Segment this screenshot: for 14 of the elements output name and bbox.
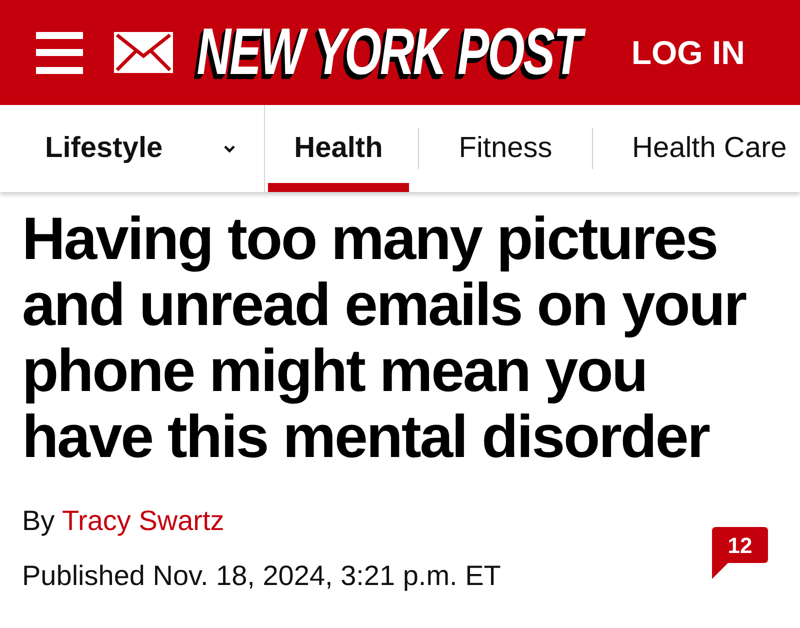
- section-tab[interactable]: Health: [268, 105, 409, 192]
- login-button[interactable]: LOG IN: [631, 34, 745, 72]
- mail-icon[interactable]: [114, 32, 173, 73]
- section-tab[interactable]: Fitness: [419, 105, 592, 192]
- author-link[interactable]: Tracy Swartz: [62, 505, 224, 536]
- logo[interactable]: NEW YORK POST: [191, 14, 590, 90]
- publish-date: Published Nov. 18, 2024, 3:21 p.m. ET: [22, 559, 502, 593]
- comment-count-badge[interactable]: 12: [712, 527, 768, 579]
- headline: Having too many pictures and unread emails on your phone might mean you have this mental disorder: [22, 206, 748, 470]
- byline: By Tracy Swartz: [22, 504, 226, 538]
- menu-icon[interactable]: [36, 32, 83, 74]
- section-dropdown[interactable]: Lifestyle: [0, 105, 265, 192]
- chevron-down-icon: [223, 144, 236, 152]
- section-tab[interactable]: Health Care: [593, 105, 787, 192]
